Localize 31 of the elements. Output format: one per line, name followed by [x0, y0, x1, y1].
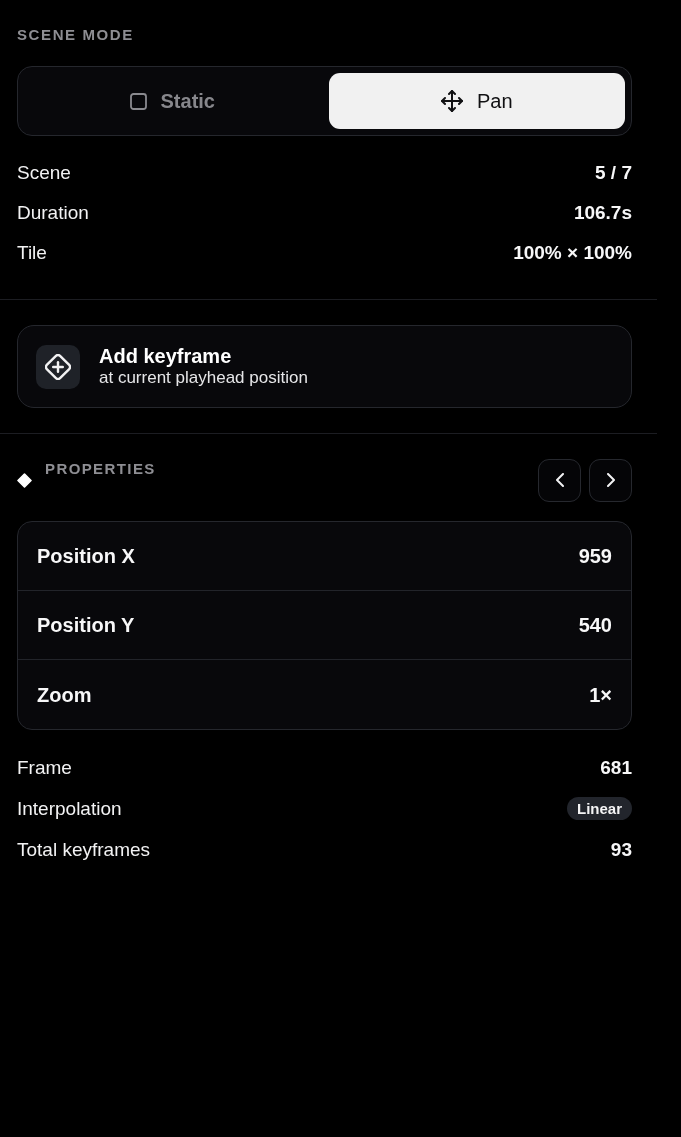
section-heading: PROPERTIES [45, 459, 156, 479]
chevron-left-icon [555, 473, 564, 487]
info-value: 93 [610, 837, 632, 862]
property-value: 959 [578, 544, 612, 568]
info-label: Total keyframes [17, 837, 151, 862]
mode-option[interactable]: Static [24, 73, 321, 129]
info-value: 106.7s [573, 201, 632, 225]
info-value: 100% × 100% [513, 241, 632, 265]
next-button[interactable] [589, 458, 632, 502]
mode-option[interactable]: Pan [328, 73, 625, 129]
diamond-icon [17, 472, 32, 488]
info-label: Duration [17, 201, 89, 225]
info-value: 5 / 7 [595, 161, 632, 185]
section-heading: SCENE MODE [17, 25, 134, 45]
square-icon [129, 92, 147, 110]
previous-button[interactable] [538, 458, 581, 502]
info-value: 681 [600, 755, 632, 780]
property-label: Position X [37, 544, 135, 568]
info-label: Interpolation [17, 796, 122, 821]
info-label: Frame [17, 755, 72, 780]
property-label: Position Y [37, 613, 135, 637]
info-label: Scene [17, 161, 71, 185]
move-arrows-icon [440, 90, 463, 112]
property-label: Zoom [37, 682, 92, 707]
chevron-right-icon [606, 473, 615, 487]
diamond-plus-icon [36, 344, 80, 389]
info-label: Tile [17, 241, 47, 265]
interpolation-badge: Linear [567, 797, 632, 820]
add-keyframe-button[interactable]: Add keyframe at current playhead position [17, 325, 632, 408]
property-value: 540 [578, 613, 612, 637]
property-value: 1× [589, 682, 612, 707]
